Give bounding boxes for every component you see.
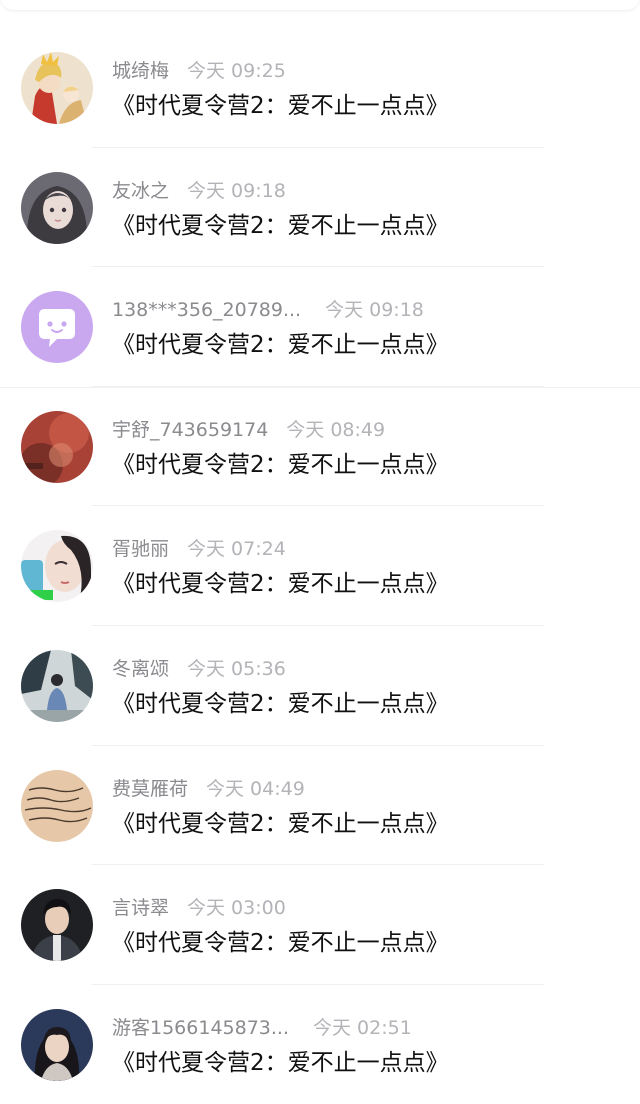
list-item[interactable]: 友冰之 今天 09:18 《时代夏令营2：爱不止一点点》 xyxy=(0,148,640,268)
message-meta: 宇舒_743659174 今天 08:49 xyxy=(112,417,385,443)
avatar[interactable] xyxy=(21,649,93,722)
message-meta: 游客1566145873... 今天 02:51 xyxy=(112,1015,412,1041)
message-text: 《时代夏令营2：爱不止一点点》 xyxy=(112,930,449,957)
message-text: 《时代夏令营2：爱不止一点点》 xyxy=(112,1049,449,1076)
red-blur-avatar xyxy=(21,410,93,483)
message-time: 今天 07:24 xyxy=(187,538,286,561)
sender-name: 城绮梅 xyxy=(112,60,170,82)
sender-name: 宇舒_743659174 xyxy=(112,418,269,441)
dark-hair-girl-avatar xyxy=(21,171,93,244)
avatar[interactable] xyxy=(21,410,93,483)
avatar[interactable] xyxy=(21,530,93,603)
message-meta: 费莫雁荷 今天 04:49 xyxy=(112,776,305,802)
forest-person-avatar xyxy=(21,649,93,722)
handwriting-avatar xyxy=(21,769,93,842)
message-text: 《时代夏令营2：爱不止一点点》 xyxy=(112,93,449,119)
message-time: 今天 09:25 xyxy=(187,60,286,82)
default-chat-avatar xyxy=(21,291,93,364)
avatar[interactable] xyxy=(21,889,93,962)
sender-name: 友冰之 xyxy=(112,179,170,202)
message-text: 《时代夏令营2：爱不止一点点》 xyxy=(112,332,449,359)
message-text: 《时代夏令营2：爱不止一点点》 xyxy=(112,212,449,239)
woman-portrait-avatar xyxy=(21,1008,93,1081)
message-meta: 冬离颂 今天 05:36 xyxy=(112,656,286,682)
sender-name: 138***356_20789... xyxy=(112,299,302,322)
message-time: 今天 02:51 xyxy=(313,1016,412,1039)
avatar[interactable] xyxy=(21,52,93,124)
avatar[interactable] xyxy=(21,291,93,364)
message-text: 《时代夏令营2：爱不止一点点》 xyxy=(112,690,449,717)
sender-name: 冬离颂 xyxy=(112,657,170,680)
list-item[interactable]: 游客1566145873... 今天 02:51 《时代夏令营2：爱不止一点点》 xyxy=(0,985,640,1104)
list-item[interactable]: 言诗翠 今天 03:00 《时代夏令营2：爱不止一点点》 xyxy=(0,865,640,985)
message-time: 今天 09:18 xyxy=(187,179,286,202)
top-card xyxy=(0,0,640,10)
face-photo-avatar xyxy=(21,530,93,603)
avatar[interactable] xyxy=(21,1008,93,1081)
message-time: 今天 09:18 xyxy=(325,299,424,322)
message-time: 今天 04:49 xyxy=(206,777,305,800)
message-text: 《时代夏令营2：爱不止一点点》 xyxy=(112,571,449,598)
list-item[interactable]: 胥驰丽 今天 07:24 《时代夏令营2：爱不止一点点》 xyxy=(0,506,640,626)
avatar[interactable] xyxy=(21,769,93,842)
sender-name: 胥驰丽 xyxy=(112,538,170,561)
avatar[interactable] xyxy=(21,171,93,244)
list-item[interactable]: 宇舒_743659174 今天 08:49 《时代夏令营2：爱不止一点点》 xyxy=(0,387,640,507)
list-item[interactable]: 费莫雁荷 今天 04:49 《时代夏令营2：爱不止一点点》 xyxy=(0,746,640,866)
sender-name: 言诗翠 xyxy=(112,897,170,920)
message-meta: 友冰之 今天 09:18 xyxy=(112,178,286,204)
sender-name: 费莫雁荷 xyxy=(112,777,189,800)
message-time: 今天 03:00 xyxy=(187,897,286,920)
list-item[interactable]: 城绮梅 今天 09:25 《时代夏令营2：爱不止一点点》 xyxy=(0,28,640,148)
message-meta: 胥驰丽 今天 07:24 xyxy=(112,536,286,562)
man-portrait-avatar xyxy=(21,889,93,962)
anime-girl-avatar xyxy=(21,52,93,124)
message-text: 《时代夏令营2：爱不止一点点》 xyxy=(112,810,449,837)
message-text: 《时代夏令营2：爱不止一点点》 xyxy=(112,451,449,478)
message-list: 城绮梅 今天 09:25 《时代夏令营2：爱不止一点点》 友冰之 今天 09:18 … xyxy=(0,28,640,1104)
list-item[interactable]: 冬离颂 今天 05:36 《时代夏令营2：爱不止一点点》 xyxy=(0,626,640,746)
list-item[interactable]: 138***356_20789... 今天 09:18 《时代夏令营2：爱不止一点… xyxy=(0,267,640,387)
message-meta: 言诗翠 今天 03:00 xyxy=(112,895,286,921)
message-meta: 138***356_20789... 今天 09:18 xyxy=(112,297,424,323)
message-meta: 城绮梅 今天 09:25 xyxy=(112,58,286,84)
message-time: 今天 08:49 xyxy=(286,418,386,441)
sender-name: 游客1566145873... xyxy=(112,1016,290,1039)
message-time: 今天 05:36 xyxy=(187,657,286,680)
